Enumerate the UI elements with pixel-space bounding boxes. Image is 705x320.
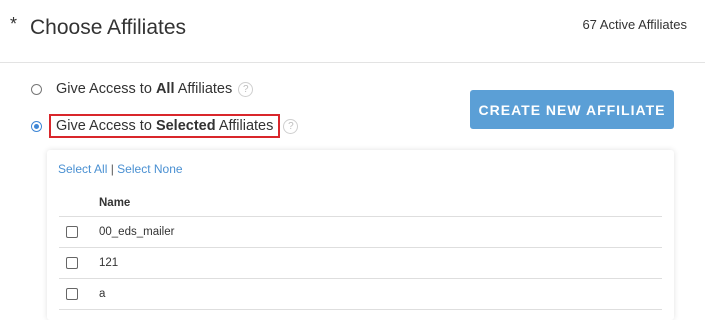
- radio-selected-affiliates[interactable]: [31, 120, 42, 132]
- access-all-label[interactable]: Give Access to All Affiliates: [56, 81, 232, 97]
- create-new-affiliate-button[interactable]: CREATE NEW AFFILIATE: [470, 90, 674, 129]
- help-icon[interactable]: ?: [283, 118, 299, 134]
- access-option-selected[interactable]: Give Access to Selected Affiliates ?: [31, 114, 299, 138]
- table-row[interactable]: 00_eds_mailer: [59, 217, 662, 247]
- help-icon[interactable]: ?: [238, 81, 254, 97]
- select-links: Select All | Select None: [58, 162, 183, 176]
- table-row[interactable]: 121: [59, 248, 662, 278]
- radio-all-affiliates[interactable]: [31, 83, 42, 95]
- select-separator: |: [110, 162, 114, 176]
- affiliate-name: 00_eds_mailer: [99, 226, 175, 238]
- row-checkbox[interactable]: [66, 257, 78, 269]
- affiliate-name: 121: [99, 257, 119, 269]
- affiliates-panel: Select All | Select None Name 00_eds_mai…: [47, 150, 674, 320]
- page-header: * Choose Affiliates 67 Active Affiliates: [0, 0, 705, 63]
- row-checkbox[interactable]: [66, 226, 78, 238]
- affiliate-name: a: [99, 288, 106, 300]
- column-header-name[interactable]: Name: [99, 197, 130, 209]
- access-selected-label[interactable]: Give Access to Selected Affiliates: [49, 114, 281, 138]
- access-option-all[interactable]: Give Access to All Affiliates ?: [31, 81, 254, 97]
- select-all-link[interactable]: Select All: [58, 162, 107, 176]
- row-checkbox[interactable]: [66, 288, 78, 300]
- required-marker: *: [10, 14, 18, 34]
- active-affiliates-count: 67 Active Affiliates: [582, 17, 687, 32]
- table-row[interactable]: a: [59, 279, 662, 309]
- page-title: Choose Affiliates: [30, 16, 187, 39]
- select-none-link[interactable]: Select None: [117, 162, 182, 176]
- row-divider: [59, 309, 662, 310]
